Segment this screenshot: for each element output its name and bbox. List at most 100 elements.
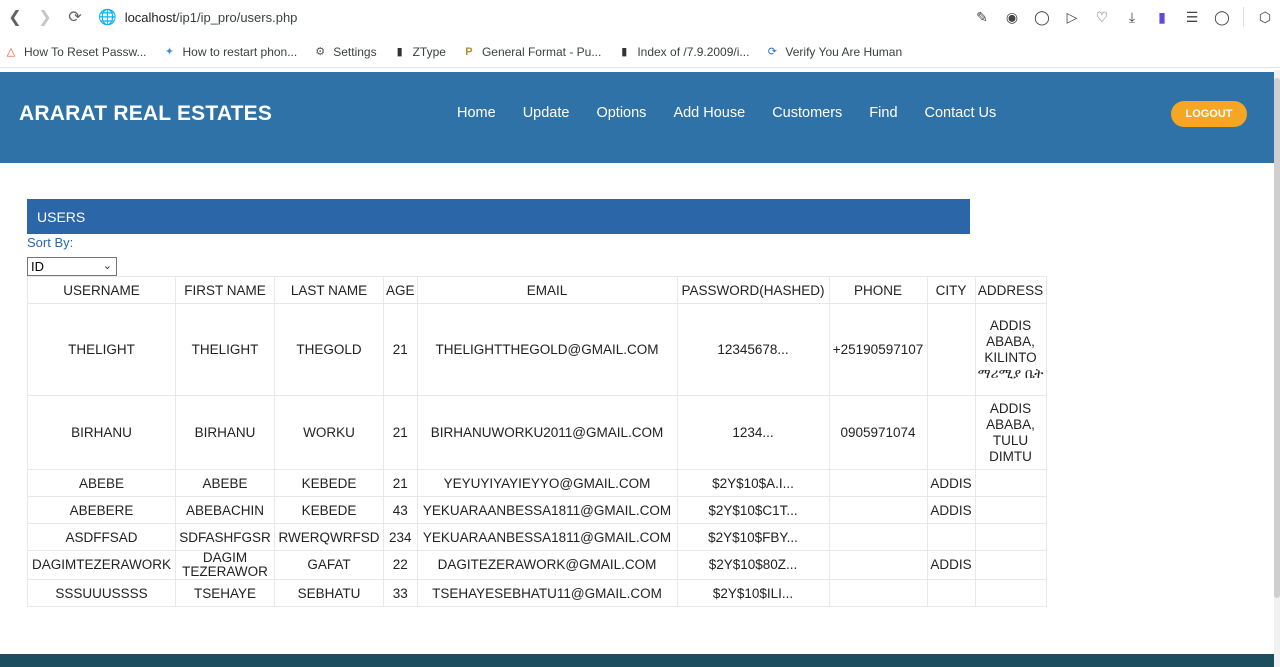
nav-home[interactable]: Home <box>457 105 496 121</box>
cell-first-name: BIRHANU <box>175 395 275 470</box>
cell-age: 21 <box>383 395 418 470</box>
cell-age: 43 <box>383 496 418 524</box>
nav-update[interactable]: Update <box>523 105 570 121</box>
bookmark-item[interactable]: ⟳ Verify You Are Human <box>765 45 902 59</box>
file-icon: ▮ <box>621 46 628 58</box>
cell-phone <box>828 579 928 607</box>
cell-city <box>926 523 976 551</box>
cell-age: 234 <box>383 523 418 551</box>
nav-add-house[interactable]: Add House <box>673 105 745 121</box>
camera-icon[interactable]: ◉ <box>997 2 1027 32</box>
cell-username: ABEBE <box>27 469 176 497</box>
table-row: DAGIMTEZERAWORK DAGIM TEZERAWOR GAFAT 22… <box>27 550 1047 580</box>
scrollbar-thumb[interactable] <box>1274 78 1280 598</box>
cell-email: THELIGHTTHEGOLD@GMAIL.COM <box>416 303 678 396</box>
col-first-name[interactable]: FIRST NAME <box>175 276 275 304</box>
col-age[interactable]: AGE <box>383 276 418 304</box>
col-username[interactable]: USERNAME <box>27 276 176 304</box>
users-table: USERNAME FIRST NAME LAST NAME AGE EMAIL … <box>27 276 1047 607</box>
cell-last-name: RWERQWRFSD <box>274 523 384 551</box>
forward-icon[interactable]: ❯ <box>30 2 60 32</box>
users-panel-title: USERS <box>27 199 970 234</box>
sidebar-icon[interactable]: ▮ <box>1147 2 1177 32</box>
cell-username: SSSUUUSSSS <box>27 579 176 607</box>
back-icon[interactable]: ❮ <box>0 2 30 32</box>
cell-phone <box>828 550 928 580</box>
bookmark-item[interactable]: ▮ Index of /7.9.2009/i... <box>617 45 749 59</box>
heart-icon[interactable]: ♡ <box>1087 2 1117 32</box>
cell-first-name: THELIGHT <box>175 303 275 396</box>
html5-icon: △ <box>6 46 16 58</box>
sort-label: Sort By: <box>27 235 74 250</box>
toolbar-divider <box>1243 7 1244 27</box>
cell-address <box>974 523 1047 551</box>
table-row: ABEBERE ABEBACHIN KEBEDE 43 YEKUARAANBES… <box>27 496 1047 524</box>
cell-first-name: SDFASHFGSR <box>175 523 275 551</box>
bookmark-item[interactable]: ⚙ Settings <box>313 45 376 59</box>
profile-icon[interactable]: ◯ <box>1207 2 1237 32</box>
play-icon[interactable]: ▷ <box>1057 2 1087 32</box>
bookmark-label: How To Reset Passw... <box>24 44 147 59</box>
col-city[interactable]: CITY <box>926 276 976 304</box>
cell-first-name: DAGIM TEZERAWOR <box>175 550 275 580</box>
sort-select-value: ID <box>31 259 44 274</box>
cell-city <box>926 395 976 470</box>
brand-logo: ARARAT REAL ESTATES <box>19 102 273 125</box>
cell-phone <box>828 469 928 497</box>
cell-email: DAGITEZERAWORK@GMAIL.COM <box>416 550 678 580</box>
cell-last-name: GAFAT <box>274 550 384 580</box>
cell-password: $2Y$10$ILI... <box>676 579 830 607</box>
col-phone[interactable]: PHONE <box>828 276 928 304</box>
nav-options[interactable]: Options <box>596 105 646 121</box>
col-password[interactable]: PASSWORD(HASHED) <box>676 276 830 304</box>
cell-phone: 0905971074 <box>828 395 928 470</box>
bookmark-item[interactable]: △ How To Reset Passw... <box>4 45 147 59</box>
cell-address <box>974 579 1047 607</box>
cell-password: $2Y$10$FBY... <box>676 523 830 551</box>
browser-toolbar: ❮ ❯ ⟳ 🌐 localhost/ip1/ip_pro/users.php ✎… <box>0 0 1280 34</box>
table-row: ABEBE ABEBE KEBEDE 21 YEYUYIYAYIEYYO@GMA… <box>27 469 1047 497</box>
cloudflare-icon: ⟳ <box>767 46 778 58</box>
cell-last-name: SEBHATU <box>274 579 384 607</box>
file-icon: ▮ <box>396 46 403 58</box>
edit-icon[interactable]: ✎ <box>967 2 997 32</box>
sort-select[interactable]: ID ⌄ <box>27 257 117 276</box>
menu-icon[interactable]: ☰ <box>1177 2 1207 32</box>
cell-username: ASDFFSAD <box>27 523 176 551</box>
cell-last-name: KEBEDE <box>274 496 384 524</box>
reload-icon[interactable]: ⟳ <box>60 2 90 32</box>
cell-phone <box>828 523 928 551</box>
gear-icon: ⚙ <box>315 46 326 58</box>
cell-email: YEKUARAANBESSA1811@GMAIL.COM <box>416 523 678 551</box>
bookmark-label: ZType <box>412 44 446 59</box>
col-address[interactable]: ADDRESS <box>974 276 1047 304</box>
cell-age: 21 <box>383 469 418 497</box>
address-bar[interactable]: 🌐 localhost/ip1/ip_pro/users.php <box>98 8 297 26</box>
url-text[interactable]: localhost/ip1/ip_pro/users.php <box>125 10 298 25</box>
col-last-name[interactable]: LAST NAME <box>274 276 384 304</box>
nav-contact-us[interactable]: Contact Us <box>925 105 997 121</box>
table-header-row: USERNAME FIRST NAME LAST NAME AGE EMAIL … <box>27 276 1047 304</box>
bookmark-item[interactable]: ✦ How to restart phon... <box>163 45 297 59</box>
cell-password: 1234... <box>676 395 830 470</box>
url-path: /ip1/ip_pro/users.php <box>176 9 298 25</box>
logout-button[interactable]: LOGOUT <box>1171 101 1247 127</box>
bookmark-item[interactable]: ▮ ZType <box>393 45 446 59</box>
bookmark-item[interactable]: P General Format - Pu... <box>462 45 601 59</box>
cell-age: 22 <box>383 550 418 580</box>
download-icon[interactable]: ⤓ <box>1117 2 1147 32</box>
nav-find[interactable]: Find <box>869 105 897 121</box>
nav-customers[interactable]: Customers <box>772 105 842 121</box>
shield-icon[interactable]: ◯ <box>1027 2 1057 32</box>
col-email[interactable]: EMAIL <box>416 276 678 304</box>
cell-username: BIRHANU <box>27 395 176 470</box>
cell-password: $2Y$10$A.I... <box>676 469 830 497</box>
cell-city: ADDIS <box>926 496 976 524</box>
table-row: THELIGHT THELIGHT THEGOLD 21 THELIGHTTHE… <box>27 303 1047 396</box>
box-icon[interactable]: ⬡ <box>1250 2 1280 32</box>
purdue-icon: P <box>465 45 473 58</box>
cell-last-name: WORKU <box>274 395 384 470</box>
page-scrollbar[interactable] <box>1274 70 1280 667</box>
chevron-down-icon: ⌄ <box>102 260 112 272</box>
table-row: BIRHANU BIRHANU WORKU 21 BIRHANUWORKU201… <box>27 395 1047 470</box>
